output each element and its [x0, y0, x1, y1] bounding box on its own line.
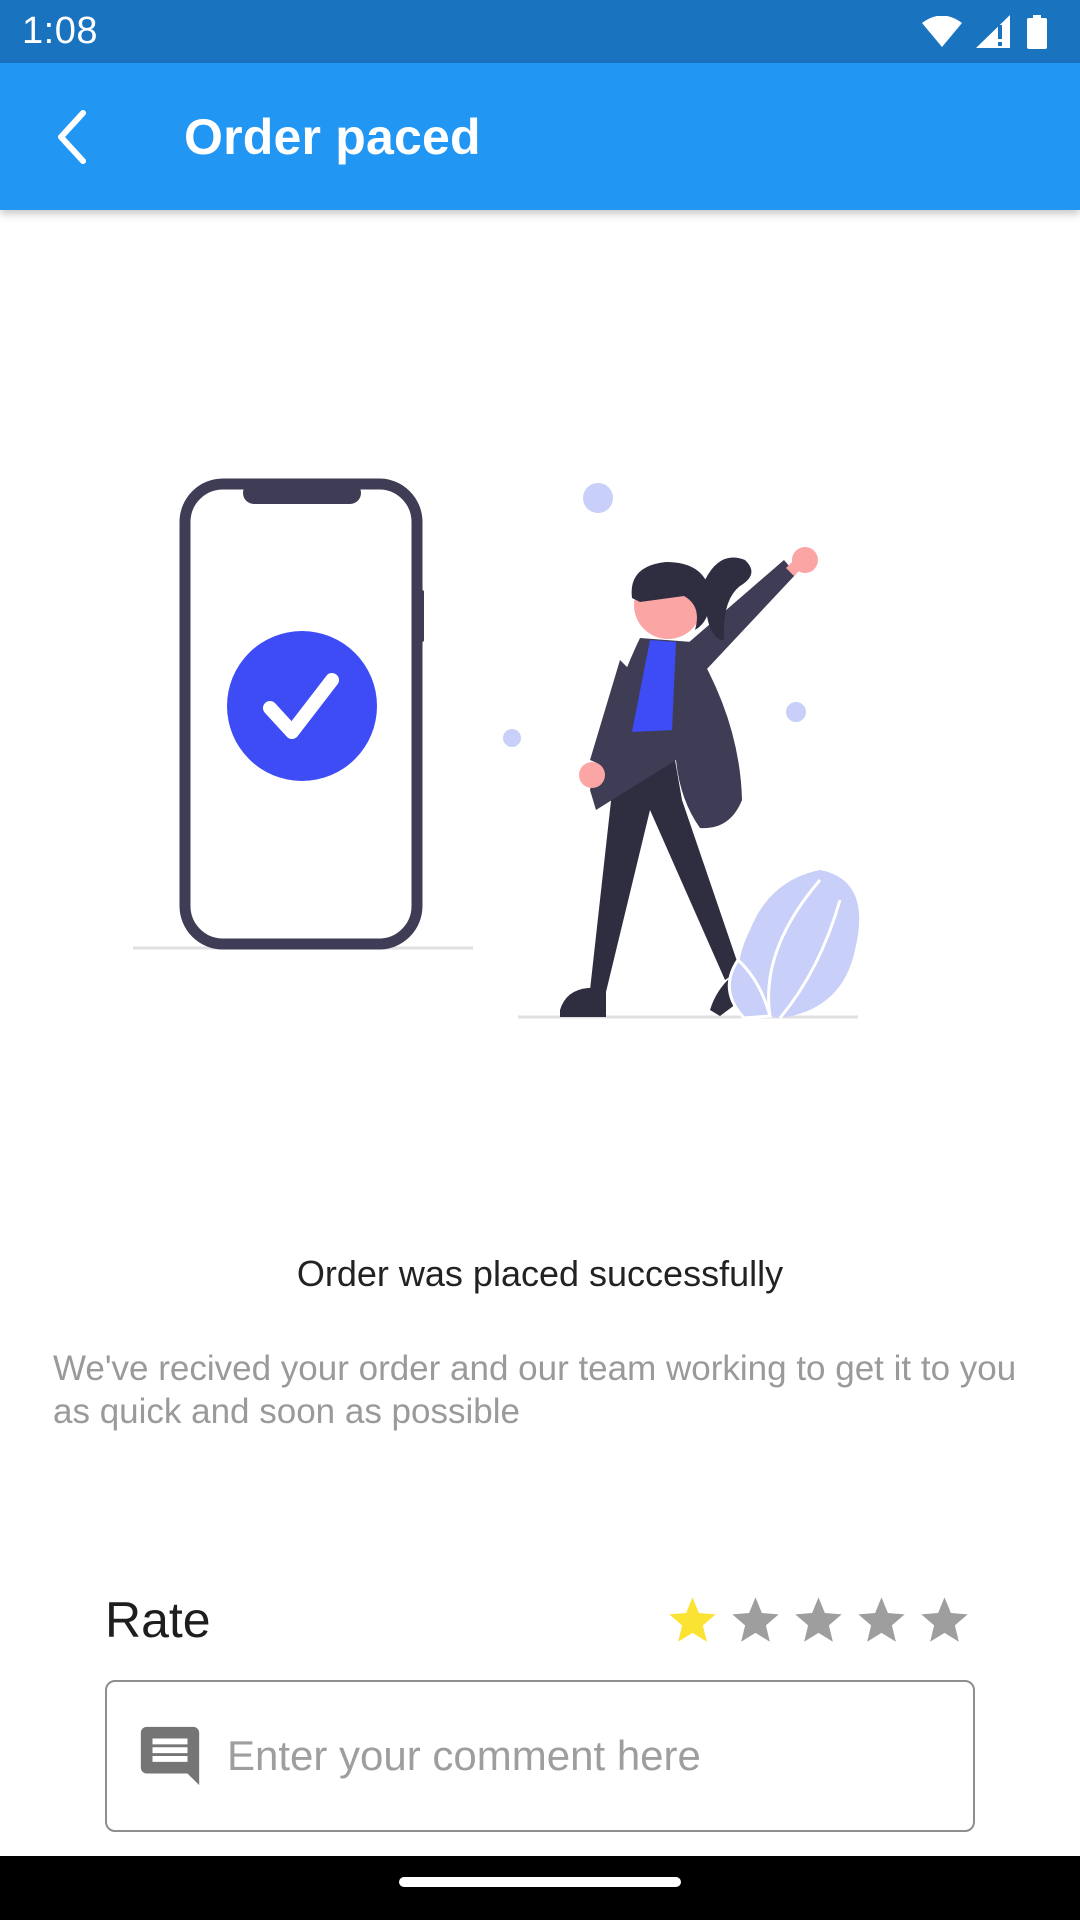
signal-icon	[976, 14, 1010, 48]
page-title: Order paced	[184, 108, 481, 165]
star-rating	[666, 1594, 971, 1647]
wifi-icon	[922, 15, 962, 47]
comment-field[interactable]	[105, 1680, 975, 1832]
star-icon[interactable]	[918, 1594, 971, 1647]
star-icon[interactable]	[666, 1594, 719, 1647]
status-time: 1:08	[22, 10, 98, 52]
check-circle-icon	[227, 631, 377, 781]
chevron-left-icon	[58, 109, 86, 164]
rate-label: Rate	[105, 1592, 211, 1648]
star-icon[interactable]	[855, 1594, 908, 1647]
comment-input[interactable]	[227, 1716, 973, 1796]
app-bar: Order paced	[0, 63, 1080, 210]
battery-icon	[1027, 14, 1047, 49]
rating-row: Rate	[105, 1585, 975, 1655]
back-button[interactable]	[0, 63, 146, 210]
status-bar: 1:08	[0, 0, 1080, 63]
order-success-illustration	[133, 478, 860, 1020]
status-icons	[922, 14, 1048, 49]
star-icon[interactable]	[792, 1594, 845, 1647]
success-title: Order was placed successfully	[296, 1253, 784, 1294]
comment-icon	[140, 1726, 200, 1786]
success-description: We've recived your order and our team wo…	[53, 1349, 1017, 1431]
navigation-bar	[0, 1856, 1080, 1920]
leaf-icon	[727, 870, 860, 1020]
home-handle[interactable]	[399, 1877, 681, 1887]
star-icon[interactable]	[729, 1594, 782, 1647]
